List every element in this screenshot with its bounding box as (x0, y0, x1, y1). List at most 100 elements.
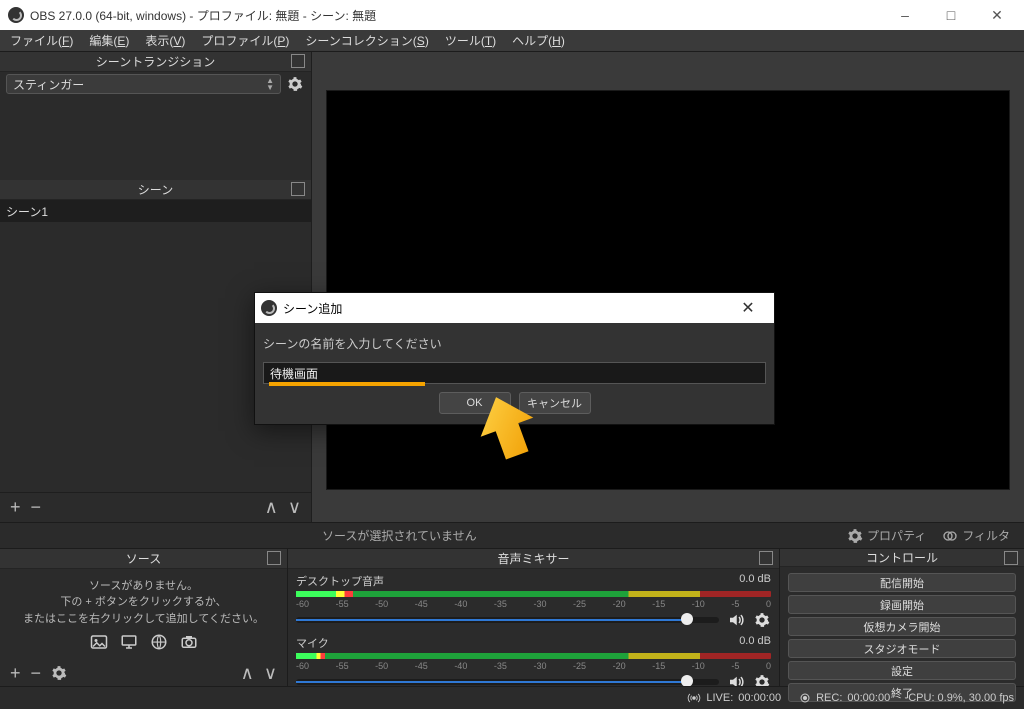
titlebar: OBS 27.0.0 (64-bit, windows) - プロファイル: 無… (0, 0, 1024, 30)
popout-icon[interactable] (1004, 551, 1018, 565)
source-filters-button[interactable]: フィルタ (934, 523, 1024, 548)
mixer-panel: 音声ミキサー デスクトップ音声 0.0 dB -60-55-50-45-40-3… (288, 549, 780, 686)
menu-scene-collection[interactable]: シーンコレクション(S) (297, 30, 436, 51)
sources-toolbar: + − ∧ ∨ (0, 660, 287, 686)
sources-empty-line1: ソースがありません。 (89, 578, 198, 595)
mixer-panel-header: 音声ミキサー (288, 549, 779, 569)
controls-body: 配信開始 録画開始 仮想カメラ開始 スタジオモード 設定 終了 (780, 567, 1024, 708)
mixer-channel: デスクトップ音声 0.0 dB -60-55-50-45-40-35-30-25… (296, 573, 771, 629)
transition-spacer (0, 96, 311, 180)
meter-ticks: -60-55-50-45-40-35-30-25-20-15-10-50 (296, 661, 771, 671)
scene-move-down-button[interactable]: ∨ (288, 497, 301, 518)
transitions-body: スティンガー ▲▼ (0, 72, 311, 96)
sources-title: ソース (126, 550, 161, 567)
menu-view[interactable]: 表示(V) (137, 30, 193, 51)
scenes-title: シーン (138, 181, 173, 198)
window-maximize[interactable]: □ (928, 0, 974, 30)
popout-icon[interactable] (759, 551, 773, 565)
popout-icon[interactable] (291, 54, 305, 68)
filter-icon (942, 528, 958, 544)
monitor-icon (118, 633, 140, 651)
sources-empty[interactable]: ソースがありません。 下の + ボタンをクリックするか、 またはここを右クリック… (0, 569, 287, 660)
scene-name-input[interactable] (263, 362, 766, 384)
source-move-down-button[interactable]: ∨ (264, 663, 277, 684)
mixer-volume-slider[interactable] (296, 679, 719, 685)
channel-settings-button[interactable] (753, 611, 771, 629)
source-properties-button[interactable]: プロパティ (839, 523, 934, 548)
gear-icon (754, 612, 770, 628)
source-settings-button[interactable] (51, 665, 67, 681)
start-virtual-camera-button[interactable]: 仮想カメラ開始 (788, 617, 1016, 636)
mixer-title: 音声ミキサー (497, 550, 569, 567)
sources-empty-line2: 下の + ボタンをクリックするか、 (60, 594, 226, 611)
status-cpu: CPU: 0.9%, 30.00 fps (908, 692, 1014, 704)
transition-select[interactable]: スティンガー ▲▼ (6, 74, 281, 94)
gear-icon (847, 528, 863, 544)
scene-remove-button[interactable]: − (31, 497, 42, 518)
mixer-channel: マイク 0.0 dB -60-55-50-45-40-35-30-25-20-1… (296, 635, 771, 686)
scene-row[interactable]: シーン1 (0, 200, 311, 222)
speaker-icon (727, 611, 745, 629)
studio-mode-button[interactable]: スタジオモード (788, 639, 1016, 658)
menu-edit[interactable]: 編集(E) (81, 30, 137, 51)
add-scene-dialog: シーン追加 ✕ シーンの名前を入力してください OK キャンセル (254, 292, 775, 425)
rec-label: REC: (816, 692, 842, 704)
transition-settings-button[interactable] (285, 74, 305, 94)
menu-profile[interactable]: プロファイル(P) (193, 30, 297, 51)
mixer-channel-name: マイク (296, 635, 329, 651)
settings-button[interactable]: 設定 (788, 661, 1016, 680)
source-add-button[interactable]: + (10, 663, 21, 684)
window-title: OBS 27.0.0 (64-bit, windows) - プロファイル: 無… (30, 7, 882, 24)
source-remove-button[interactable]: − (31, 663, 42, 684)
channel-settings-button[interactable] (753, 673, 771, 686)
properties-label: プロパティ (867, 527, 926, 544)
ok-button[interactable]: OK (439, 392, 511, 414)
status-rec: REC: 00:00:00 (799, 692, 890, 704)
broadcast-icon (687, 691, 701, 705)
live-time: 00:00:00 (738, 692, 781, 704)
cancel-button[interactable]: キャンセル (519, 392, 591, 414)
obs-logo-icon (8, 7, 24, 23)
gear-icon (287, 76, 303, 92)
controls-panel-header: コントロール (780, 549, 1024, 567)
dialog-button-row: OK キャンセル (263, 392, 766, 414)
live-label: LIVE: (706, 692, 733, 704)
sources-hint-icons (88, 633, 200, 651)
main-area: シーントランジション スティンガー ▲▼ シーン シーン1 (0, 52, 1024, 522)
mixer-channel-db: 0.0 dB (739, 573, 771, 589)
preview-area[interactable] (312, 52, 1024, 522)
start-recording-button[interactable]: 録画開始 (788, 595, 1016, 614)
menu-tools[interactable]: ツール(T) (437, 30, 504, 51)
scene-name-input-wrap (263, 362, 766, 384)
transitions-title: シーントランジション (96, 53, 215, 70)
window-minimize[interactable]: ‒ (882, 0, 928, 30)
dialog-prompt: シーンの名前を入力してください (263, 335, 766, 352)
rec-time: 00:00:00 (847, 692, 890, 704)
source-move-up-button[interactable]: ∧ (241, 663, 254, 684)
scene-move-up-button[interactable]: ∧ (265, 497, 278, 518)
dialog-titlebar: シーン追加 ✕ (255, 293, 774, 323)
start-streaming-button[interactable]: 配信開始 (788, 573, 1016, 592)
dialog-close-button[interactable]: ✕ (728, 298, 768, 318)
scenes-toolbar: + − ∧ ∨ (0, 492, 311, 522)
popout-icon[interactable] (267, 551, 281, 565)
cpu-label: CPU: 0.9%, 30.00 fps (908, 692, 1014, 704)
popout-icon[interactable] (291, 182, 305, 196)
menu-help[interactable]: ヘルプ(H) (504, 30, 573, 51)
camera-icon (178, 633, 200, 651)
mute-button[interactable] (727, 611, 745, 629)
mute-button[interactable] (727, 673, 745, 686)
scene-add-button[interactable]: + (10, 497, 21, 518)
left-column: シーントランジション スティンガー ▲▼ シーン シーン1 (0, 52, 312, 522)
status-live: LIVE: 00:00:00 (687, 691, 781, 705)
docks-row: ソース ソースがありません。 下の + ボタンをクリックするか、 またはここを右… (0, 548, 1024, 686)
image-icon (88, 633, 110, 651)
preview-canvas[interactable] (326, 90, 1010, 490)
window-close[interactable]: ✕ (974, 0, 1020, 30)
ime-underline (269, 382, 425, 386)
scenes-panel-header: シーン (0, 180, 311, 200)
mixer-channel-name: デスクトップ音声 (296, 573, 384, 589)
mixer-volume-slider[interactable] (296, 617, 719, 623)
menu-file[interactable]: ファイル(F) (2, 30, 81, 51)
speaker-icon (727, 673, 745, 686)
